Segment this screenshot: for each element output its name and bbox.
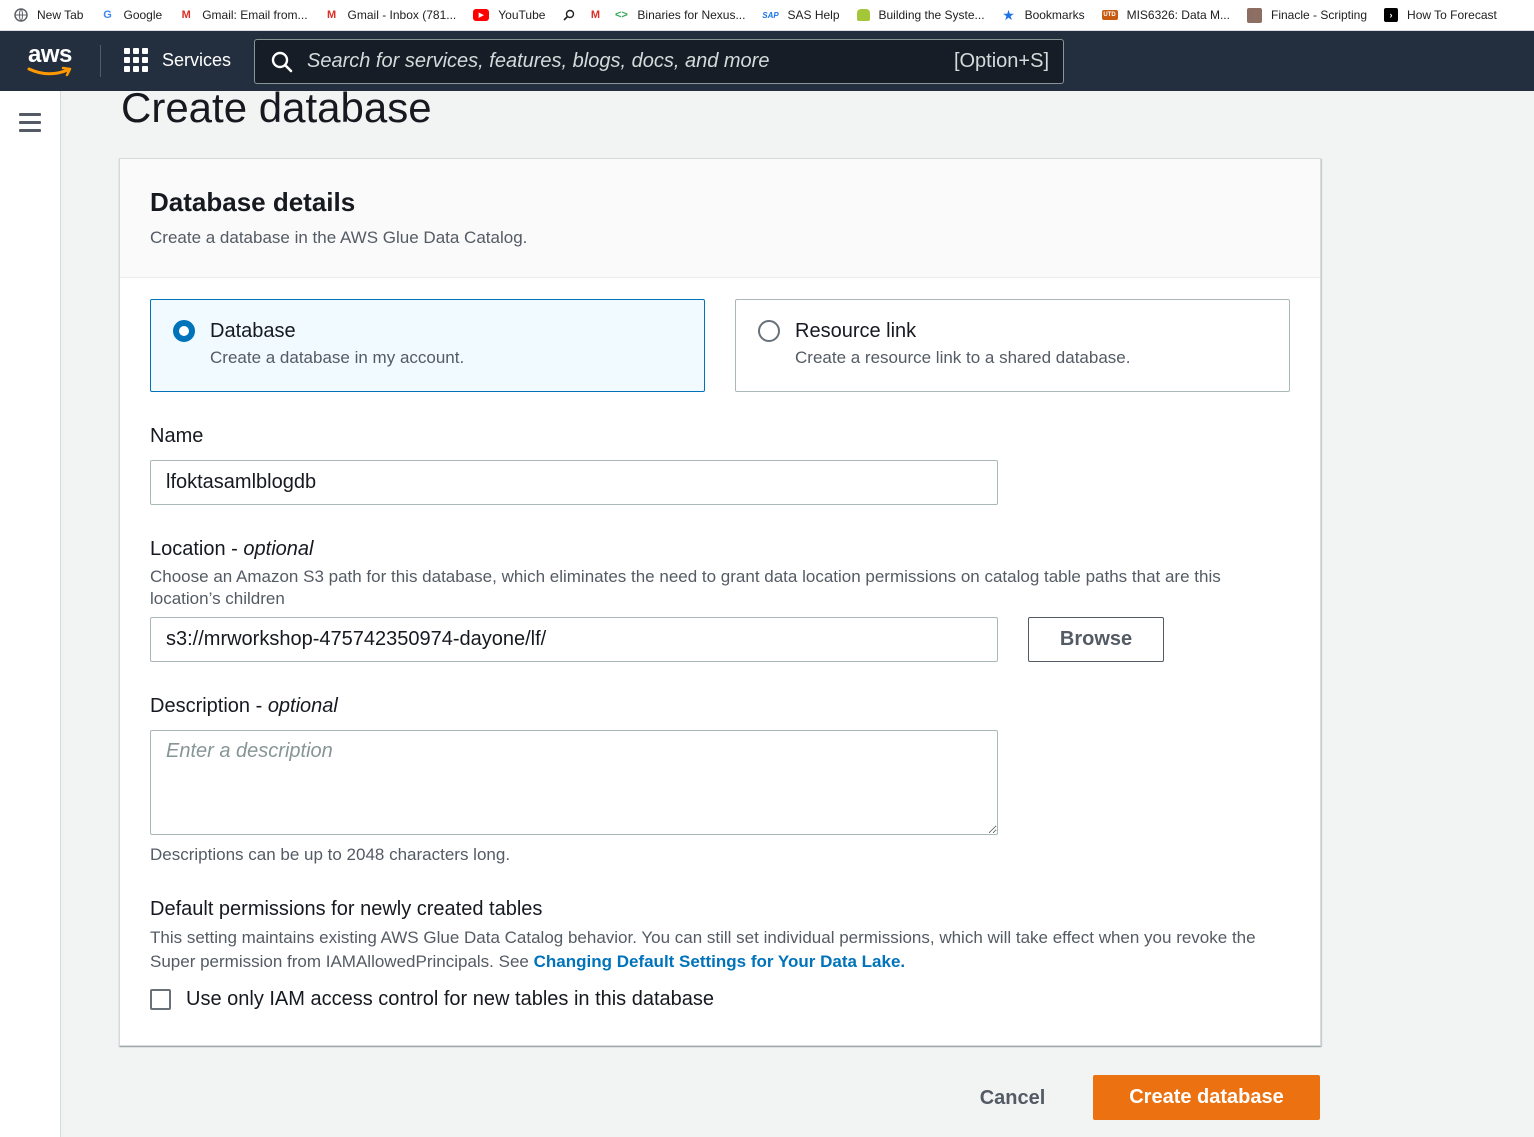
- database-radio[interactable]: [173, 320, 195, 342]
- bookmark-search[interactable]: [562, 8, 576, 22]
- bookmark-sas-help[interactable]: SAP SAS Help: [762, 8, 839, 22]
- bookmark-how-to-forecast[interactable]: › How To Forecast: [1384, 8, 1497, 22]
- bookmark-label: Gmail - Inbox (781...: [347, 8, 457, 22]
- name-label: Name: [150, 425, 204, 447]
- aws-logo-text: aws: [28, 41, 72, 68]
- search-input[interactable]: [307, 50, 927, 73]
- permissions-hint: This setting maintains existing AWS Glue…: [150, 926, 1290, 974]
- bookmark-label: Building the Syste...: [878, 8, 985, 22]
- services-label: Services: [162, 49, 232, 70]
- bookmark-building-system[interactable]: Building the Syste...: [856, 8, 985, 22]
- create-database-button[interactable]: Create database: [1093, 1075, 1320, 1120]
- iam-access-control-option[interactable]: Use only IAM access control for new tabl…: [150, 988, 714, 1011]
- bookmark-label: New Tab: [37, 8, 84, 22]
- permissions-label: Default permissions for newly created ta…: [150, 898, 543, 920]
- gmail-icon: M: [181, 9, 191, 21]
- location-label: Location - optional: [150, 538, 313, 561]
- bookmark-binaries-nexus[interactable]: <> Binaries for Nexus...: [614, 8, 745, 22]
- bookmark-new-tab[interactable]: New Tab: [14, 8, 83, 22]
- bookmark-mis6326[interactable]: UTD MIS6326: Data M...: [1101, 8, 1230, 22]
- android-icon: [856, 9, 870, 21]
- bookmark-youtube[interactable]: ▶ YouTube: [473, 8, 545, 22]
- bookmark-label: SAS Help: [787, 8, 840, 22]
- finacle-icon: [1246, 7, 1262, 23]
- resource-link-type-tile[interactable]: Resource link Create a resource link to …: [735, 299, 1290, 392]
- bookmark-label: Finacle - Scripting: [1270, 8, 1368, 22]
- bookmark-label: Google: [123, 8, 163, 22]
- panel-title: Database details: [150, 187, 356, 217]
- database-details-panel: Database details Create a database in th…: [119, 158, 1321, 1046]
- bookmark-label: MIS6326: Data M...: [1126, 8, 1230, 22]
- description-textarea[interactable]: [150, 730, 998, 835]
- aws-smile-icon: [27, 66, 72, 77]
- youtube-icon: ▶: [473, 9, 490, 21]
- tile-title: Resource link: [795, 320, 917, 342]
- browse-button[interactable]: Browse: [1028, 617, 1164, 662]
- aws-logo[interactable]: aws: [26, 40, 76, 80]
- gmail-icon: M: [590, 9, 600, 21]
- side-navigation-rail: [0, 91, 61, 1137]
- hamburger-menu-icon[interactable]: [19, 113, 41, 133]
- bookmark-bookmarks[interactable]: ★ Bookmarks: [1002, 6, 1085, 23]
- code-icon: <>: [614, 9, 628, 21]
- globe-icon: [14, 8, 28, 22]
- tile-description: Create a database in my account.: [210, 348, 465, 367]
- grid-icon: [124, 48, 148, 72]
- gmail-icon: M: [326, 9, 337, 21]
- search-box[interactable]: [Option+S]: [254, 39, 1064, 84]
- utd-icon: UTD: [1101, 10, 1118, 20]
- bookmark-label: Binaries for Nexus...: [637, 8, 746, 22]
- default-settings-link[interactable]: Changing Default Settings for Your Data …: [534, 952, 906, 971]
- optional-tag: optional: [243, 538, 314, 560]
- optional-tag: optional: [267, 695, 338, 717]
- bookmark-gmail-email[interactable]: M Gmail: Email from...: [179, 8, 308, 22]
- bookmark-gmail-inbox[interactable]: M Gmail - Inbox (781...: [325, 8, 457, 22]
- location-hint: Choose an Amazon S3 path for this databa…: [150, 567, 1221, 608]
- database-type-tile[interactable]: Database Create a database in my account…: [150, 299, 705, 392]
- name-input[interactable]: [150, 460, 998, 505]
- bookmark-label: Bookmarks: [1024, 8, 1085, 22]
- bookmark-label: YouTube: [498, 8, 546, 22]
- tile-description: Create a resource link to a shared datab…: [795, 348, 1131, 367]
- location-input[interactable]: [150, 617, 998, 662]
- bookmark-finacle[interactable]: Finacle - Scripting: [1246, 7, 1368, 23]
- panel-header: Database details Create a database in th…: [120, 159, 1320, 278]
- page-title: Create database: [121, 84, 432, 131]
- cancel-button[interactable]: Cancel: [960, 1078, 1065, 1118]
- search-icon: [271, 51, 293, 72]
- location-label-text: Location -: [150, 538, 244, 560]
- nav-divider: [100, 45, 101, 77]
- services-menu-button[interactable]: Services: [124, 48, 231, 72]
- description-label-text: Description -: [150, 695, 268, 717]
- sas-icon: SAP: [762, 10, 779, 20]
- description-label: Description - optional: [150, 695, 338, 718]
- star-icon: ★: [1002, 6, 1015, 23]
- bookmarks-bar: New Tab G Google M Gmail: Email from... …: [0, 0, 1534, 31]
- resource-link-radio[interactable]: [758, 320, 780, 342]
- bookmark-google[interactable]: G Google: [100, 8, 162, 22]
- checkbox-label: Use only IAM access control for new tabl…: [186, 988, 715, 1010]
- bookmark-gmail[interactable]: M: [588, 8, 602, 22]
- search-shortcut: [Option+S]: [953, 50, 1049, 72]
- aws-top-nav: aws Services [Option+S]: [0, 31, 1534, 91]
- bookmark-label: How To Forecast: [1407, 8, 1497, 22]
- panel-subtitle: Create a database in the AWS Glue Data C…: [150, 228, 528, 247]
- tile-title: Database: [210, 320, 296, 342]
- terminal-icon: ›: [1384, 8, 1399, 22]
- iam-access-control-checkbox[interactable]: [150, 989, 171, 1010]
- bookmark-label: Gmail: Email from...: [202, 8, 308, 22]
- google-icon: G: [103, 9, 112, 21]
- search-icon: [562, 8, 576, 22]
- description-hint: Descriptions can be up to 2048 character…: [150, 845, 511, 864]
